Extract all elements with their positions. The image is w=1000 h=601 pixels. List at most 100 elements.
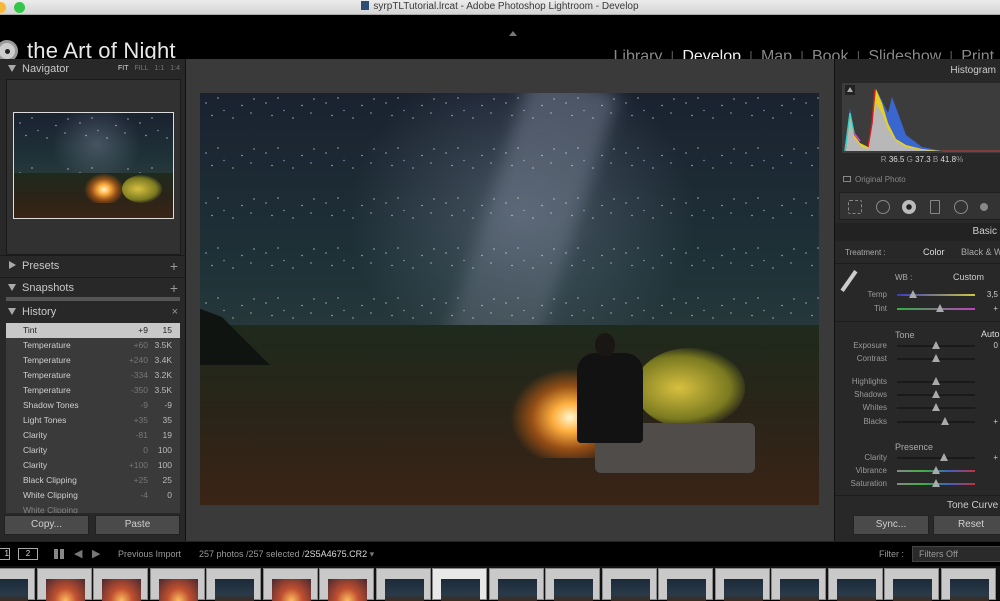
add-preset-icon[interactable]: + [170, 256, 178, 276]
screen-1-button[interactable]: 1 [0, 548, 10, 560]
slider-knob[interactable] [939, 453, 948, 461]
main-photo[interactable] [200, 93, 819, 505]
source-label[interactable]: Previous Import [118, 549, 181, 559]
screen-2-button[interactable]: 2 [18, 548, 38, 560]
filter-select[interactable]: Filters Off [912, 546, 1000, 562]
basic-header[interactable]: Basic [835, 223, 1000, 241]
selected-filename[interactable]: 2S5A4675.CR2 [305, 549, 368, 559]
slider-knob[interactable] [908, 290, 917, 298]
filmstrip-thumbnail[interactable] [432, 568, 487, 601]
tone-curve-header[interactable]: Tone Curve [947, 500, 998, 511]
history-item[interactable]: Clarity -81 19 [6, 428, 180, 443]
history-item[interactable]: Clarity 0 100 [6, 443, 180, 458]
history-item[interactable]: Shadow Tones -9 -9 [6, 398, 180, 413]
slider-knob[interactable] [932, 377, 940, 385]
history-item[interactable]: Black Clipping +25 25 [6, 473, 180, 488]
navigator-preview[interactable] [6, 79, 181, 255]
zoom-1-1[interactable]: 1:1 [155, 59, 165, 79]
auto-tone-button[interactable]: Auto [981, 329, 1000, 339]
filmstrip-thumbnail[interactable] [262, 568, 318, 601]
original-photo-toggle[interactable]: Original Photo [843, 175, 906, 184]
history-item[interactable]: White Clipping [6, 503, 180, 513]
tint-slider[interactable] [897, 304, 975, 312]
blacks-value[interactable]: + [993, 417, 998, 426]
highlights-slider[interactable] [897, 377, 975, 385]
filmstrip-thumbnail[interactable] [940, 568, 996, 601]
slider-knob[interactable] [941, 417, 950, 425]
filmstrip-thumbnail[interactable] [771, 568, 826, 601]
history-item[interactable]: Tint +9 15 [6, 323, 180, 338]
filmstrip-thumbnail[interactable] [714, 568, 770, 601]
temp-slider[interactable] [897, 290, 975, 298]
copy-button[interactable]: Copy... [4, 515, 89, 535]
filmstrip-thumbnail[interactable] [375, 568, 431, 601]
zoom-fill[interactable]: FILL [135, 59, 149, 79]
history-item[interactable]: Light Tones +35 35 [6, 413, 180, 428]
spot-removal-tool-icon[interactable] [876, 200, 890, 214]
exposure-slider[interactable] [897, 341, 975, 349]
vibrance-slider[interactable] [897, 466, 975, 474]
treatment-bw[interactable]: Black & White [961, 247, 1000, 257]
back-arrow-icon[interactable]: ◀ [74, 547, 82, 560]
zoom-1-4[interactable]: 1:4 [170, 59, 180, 79]
reset-button[interactable]: Reset [933, 515, 1000, 535]
filmstrip-thumbnail[interactable] [545, 568, 600, 601]
temp-value[interactable]: 3,5 [987, 290, 998, 299]
filmstrip-thumbnail[interactable] [488, 568, 544, 601]
saturation-slider[interactable] [897, 479, 975, 487]
history-header[interactable]: History × [0, 302, 186, 322]
history-item[interactable]: Temperature -334 3.2K [6, 368, 180, 383]
slider-knob[interactable] [932, 390, 940, 398]
history-item[interactable]: Temperature +60 3.5K [6, 338, 180, 353]
grid-view-icon[interactable] [54, 549, 65, 559]
filmstrip-thumbnail[interactable] [36, 568, 92, 601]
clarity-value[interactable]: + [993, 453, 998, 462]
filmstrip-thumbnail[interactable] [206, 568, 261, 601]
paste-button[interactable]: Paste [95, 515, 180, 535]
history-item[interactable]: Temperature +240 3.4K [6, 353, 180, 368]
history-item[interactable]: Temperature -350 3.5K [6, 383, 180, 398]
filmstrip-thumbnail[interactable] [0, 568, 35, 601]
shadows-slider[interactable] [897, 390, 975, 398]
presets-header[interactable]: Presets + [0, 255, 186, 275]
filmstrip-thumbnail[interactable] [319, 568, 374, 601]
navigator-header[interactable]: Navigator FIT FILL 1:1 1:4 [0, 59, 186, 79]
adjustment-brush-icon[interactable] [980, 203, 988, 211]
history-item[interactable]: Clarity +100 100 [6, 458, 180, 473]
filmstrip-thumbnail[interactable] [884, 568, 939, 601]
slider-knob[interactable] [935, 304, 944, 312]
whites-slider[interactable] [897, 403, 975, 411]
collapse-top-panel-icon[interactable] [509, 31, 517, 36]
wb-select[interactable]: Custom [953, 272, 984, 282]
snapshots-header[interactable]: Snapshots + [0, 277, 186, 297]
filmstrip-thumbnail[interactable] [149, 568, 205, 601]
zoom-fit[interactable]: FIT [118, 59, 129, 79]
history-item[interactable]: White Clipping -4 0 [6, 488, 180, 503]
exposure-value[interactable]: 0 [994, 341, 998, 350]
dropdown-icon[interactable]: ▾ [370, 549, 375, 559]
treatment-color[interactable]: Color [923, 247, 945, 257]
crop-tool-icon[interactable] [848, 200, 862, 214]
red-eye-tool-icon[interactable] [902, 200, 916, 214]
slider-knob[interactable] [932, 466, 940, 474]
forward-arrow-icon[interactable]: ▶ [92, 547, 100, 560]
clarity-slider[interactable] [897, 453, 975, 461]
slider-knob[interactable] [932, 341, 940, 349]
add-snapshot-icon[interactable]: + [170, 278, 178, 298]
wb-eyedropper-icon[interactable] [840, 270, 858, 292]
blacks-slider[interactable] [897, 417, 975, 425]
graduated-filter-icon[interactable] [930, 200, 940, 214]
sync-button[interactable]: Sync... [853, 515, 929, 535]
slider-knob[interactable] [932, 479, 940, 487]
filmstrip-thumbnail[interactable] [93, 568, 148, 601]
navigator-thumbnail[interactable] [13, 112, 174, 219]
tint-value[interactable]: + [993, 304, 998, 313]
histogram[interactable] [842, 83, 1000, 153]
radial-filter-icon[interactable] [954, 200, 968, 214]
filmstrip-thumbnail[interactable] [658, 568, 713, 601]
filmstrip-thumbnail[interactable] [827, 568, 883, 601]
filmstrip-thumbnail[interactable] [601, 568, 657, 601]
clear-history-icon[interactable]: × [172, 302, 178, 322]
slider-knob[interactable] [932, 403, 940, 411]
shadow-clipping-warning-icon[interactable] [845, 85, 855, 95]
